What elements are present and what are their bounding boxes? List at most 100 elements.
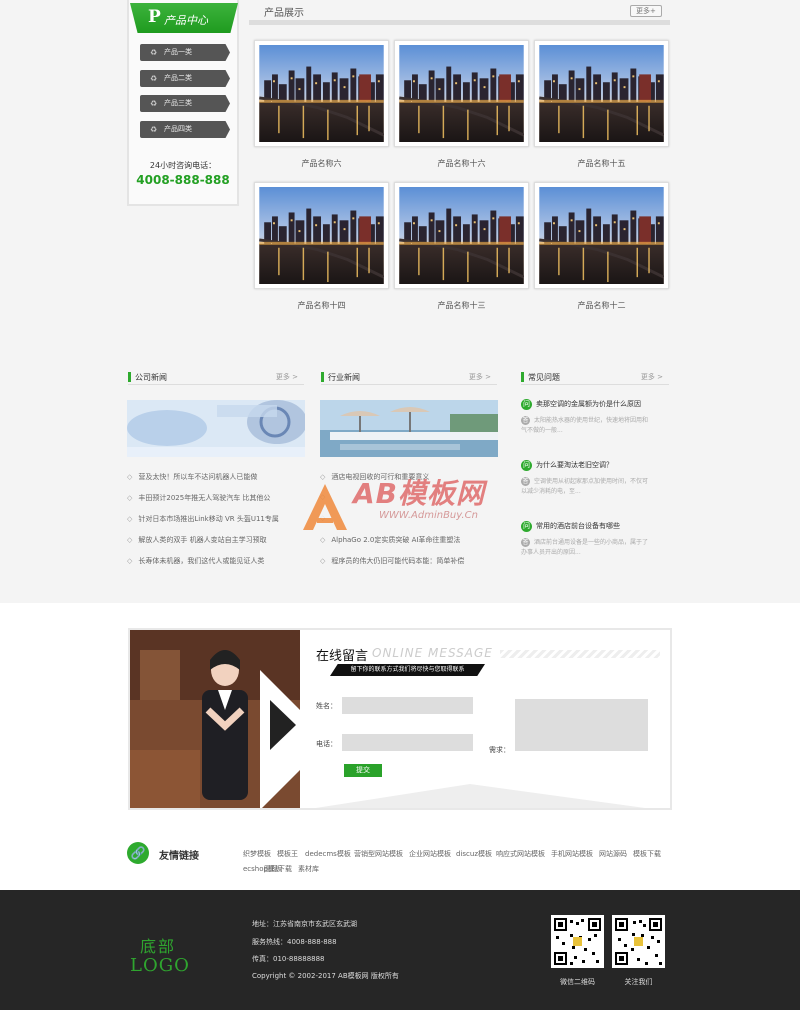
- name-field-label: 姓名：: [316, 702, 337, 710]
- products-title-divider: [249, 20, 670, 25]
- industry-news-title: 行业新闻: [328, 373, 360, 382]
- company-news-more-link[interactable]: 更多 >: [276, 372, 298, 382]
- recycle-icon: ♻: [150, 74, 158, 83]
- hotline-number: 4008-888-888: [136, 173, 230, 187]
- link-icon: 🔗: [127, 842, 149, 864]
- news-item[interactable]: ◇ 长寿体未机器，我们这代人或能见证人类: [127, 556, 264, 566]
- faq-answer-text: 太阳能热水器的使用世纪，快速地将因用和气不做的一般...: [521, 417, 649, 434]
- company-news-header: 公司新闻 更多 >: [128, 369, 304, 385]
- news-item[interactable]: ◇ 程序员的伟大仍旧可能代码本能：简单补偿: [320, 556, 464, 566]
- name-input[interactable]: [342, 697, 473, 714]
- industry-news-banner-image: [320, 400, 498, 457]
- friend-link[interactable]: 素材库: [298, 864, 319, 874]
- friend-link[interactable]: 织梦模板: [243, 849, 271, 859]
- wechat-qr-code: [551, 915, 604, 968]
- news-item-title: 解放人类的双手 机器人变站自主学习预取: [138, 536, 267, 544]
- question-icon: 问: [521, 399, 532, 410]
- products-section-title: 产品展示: [264, 8, 304, 19]
- news-item[interactable]: ◇ 丰田预计2025年推无人驾驶汽车 比其他公: [127, 493, 270, 503]
- product-name[interactable]: 产品名称十六: [394, 158, 529, 169]
- question-icon: 问: [521, 521, 532, 532]
- phone-input[interactable]: [342, 734, 473, 751]
- faq-question[interactable]: 问常用的酒店前台设备有哪些: [521, 521, 620, 532]
- footer-hotline: 服务热线：4008-888-888: [252, 938, 337, 946]
- faq-more-link[interactable]: 更多 >: [641, 372, 663, 382]
- news-item[interactable]: ◇ 营及太快！所以车不达问机器人已能做: [127, 472, 257, 482]
- friend-link[interactable]: 模板下载: [633, 849, 661, 859]
- follow-qr-code: [612, 915, 665, 968]
- product-card[interactable]: [394, 182, 529, 289]
- question-icon: 问: [521, 460, 532, 471]
- product-name[interactable]: 产品名称十四: [254, 300, 389, 311]
- product-name[interactable]: 产品名称十三: [394, 300, 529, 311]
- answer-icon: 答: [521, 477, 530, 486]
- product-card[interactable]: [254, 40, 389, 147]
- faq-answer: 答空调使用从初起家那点加使用时间，不仅可以减少消耗的电，至...: [521, 477, 651, 497]
- sidebar-item-category-4[interactable]: ♻ 产品四类: [140, 121, 230, 138]
- industry-news-header: 行业新闻 更多 >: [321, 369, 497, 385]
- faq-answer: 答酒店前台通用设备是一些的小商品，属于了办事人员开出的原因...: [521, 538, 651, 558]
- sidebar-item-label: 产品三类: [164, 99, 192, 107]
- product-card[interactable]: [394, 40, 529, 147]
- section-accent-bar: [521, 372, 524, 382]
- friend-link[interactable]: 模板王: [277, 849, 298, 859]
- product-image: [259, 45, 384, 142]
- faq-header: 常见问题 更多 >: [521, 369, 669, 385]
- sidebar-title-letter: P: [148, 7, 161, 27]
- watermark-brand: AB模板网: [353, 477, 486, 510]
- product-image: [399, 45, 524, 142]
- faq-answer-text: 酒店前台通用设备是一些的小商品，属于了办事人员开出的原因...: [521, 539, 649, 556]
- product-card[interactable]: [534, 40, 669, 147]
- product-image: [399, 187, 524, 284]
- faq-question-text: 常用的酒店前台设备有哪些: [536, 522, 620, 530]
- message-subtitle: 留下你的联系方式我们将尽快与您取得联系: [330, 664, 485, 676]
- news-item[interactable]: ◇ 针对日本市场推出Link移动 VR 头盔U11专属: [127, 514, 279, 524]
- industry-news-more-link[interactable]: 更多 >: [469, 372, 491, 382]
- friend-link[interactable]: 营销型网站模板: [354, 849, 403, 859]
- product-image: [259, 187, 384, 284]
- friend-link[interactable]: dedecms模板: [305, 849, 351, 859]
- friend-link[interactable]: discuz模板: [456, 849, 492, 859]
- faq-title: 常见问题: [528, 373, 560, 382]
- wechat-qr-label: 微信二维码: [560, 978, 595, 986]
- product-image: [539, 187, 664, 284]
- friend-link[interactable]: 网站源码: [599, 849, 627, 859]
- friend-link[interactable]: 手机网站模板: [551, 849, 593, 859]
- footer-logo-line2: LOGO: [130, 955, 190, 976]
- section-accent-bar: [128, 372, 131, 382]
- bullet-icon: ◇: [127, 515, 133, 523]
- bullet-icon: ◇: [320, 557, 326, 565]
- product-name[interactable]: 产品名称六: [254, 158, 389, 169]
- message-title-en: ONLINE MESSAGE: [372, 646, 493, 660]
- faq-question[interactable]: 问卖那空调的金属额为价是什么原因: [521, 399, 641, 410]
- need-textarea[interactable]: [515, 699, 648, 751]
- friend-link[interactable]: 图标下载: [264, 864, 292, 874]
- sidebar-item-category-2[interactable]: ♻ 产品二类: [140, 70, 230, 87]
- friend-link[interactable]: 响应式网站模板: [496, 849, 545, 859]
- product-card[interactable]: [254, 182, 389, 289]
- product-center-sidebar: P 产品中心 ♻ 产品一类 ♻ 产品二类 ♻ 产品三类 ♻ 产品四类 24小时咨…: [127, 0, 239, 206]
- sidebar-title-banner: P 产品中心: [130, 3, 238, 33]
- faq-answer-text: 空调使用从初起家那点加使用时间，不仅可以减少消耗的电，至...: [521, 478, 649, 495]
- sidebar-item-category-1[interactable]: ♻ 产品一类: [140, 44, 230, 61]
- product-name[interactable]: 产品名称十二: [534, 300, 669, 311]
- products-more-button[interactable]: 更多+: [630, 5, 662, 17]
- product-name[interactable]: 产品名称十五: [534, 158, 669, 169]
- submit-button[interactable]: 提交: [344, 764, 382, 777]
- answer-icon: 答: [521, 538, 530, 547]
- sidebar-item-category-3[interactable]: ♻ 产品三类: [140, 95, 230, 112]
- faq-question-text: 卖那空调的金属额为价是什么原因: [536, 400, 641, 408]
- faq-question[interactable]: 问为什么要淘汰老旧空调？: [521, 460, 613, 471]
- news-item-title: 营及太快！所以车不达问机器人已能做: [138, 473, 258, 481]
- message-title: 在线留言: [316, 649, 369, 664]
- news-item-title: 针对日本市场推出Link移动 VR 头盔U11专属: [138, 515, 279, 523]
- news-item-title: 长寿体未机器，我们这代人或能见证人类: [138, 557, 265, 565]
- bullet-icon: ◇: [127, 473, 133, 481]
- product-card[interactable]: [534, 182, 669, 289]
- news-item[interactable]: ◇ 解放人类的双手 机器人变站自主学习预取: [127, 535, 267, 545]
- friend-link[interactable]: 企业网站模板: [409, 849, 451, 859]
- sidebar-item-label: 产品四类: [164, 125, 192, 133]
- footer: [0, 890, 800, 1010]
- watermark-url: WWW.AdminBuy.Cn: [379, 510, 478, 521]
- company-news-banner-image: [127, 400, 305, 457]
